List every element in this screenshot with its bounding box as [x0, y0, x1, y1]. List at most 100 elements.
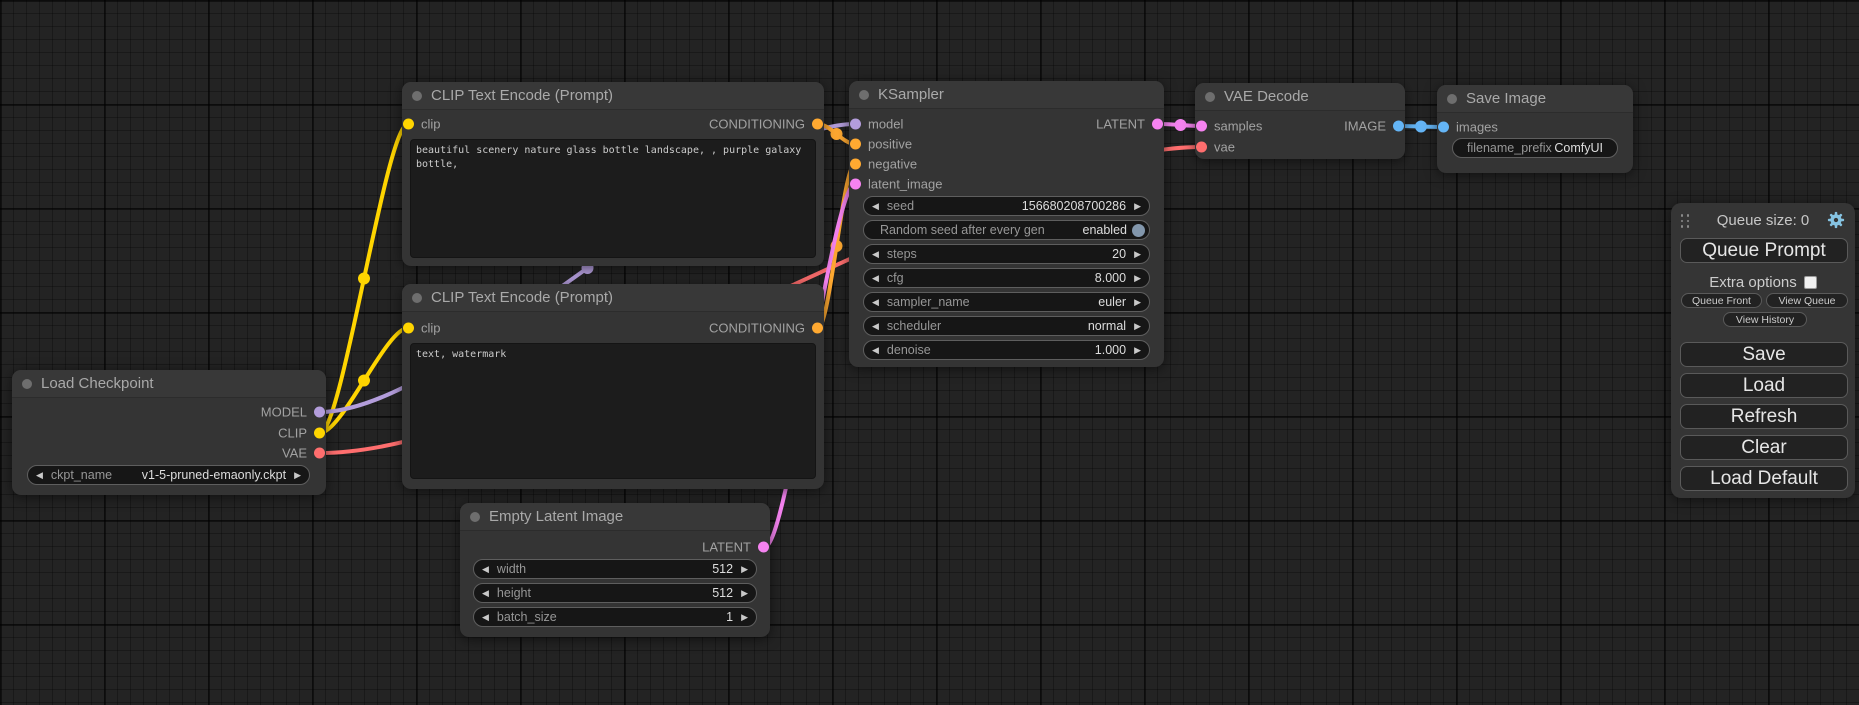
widget-value: 1: [726, 610, 733, 624]
node-title: Save Image: [1466, 90, 1546, 107]
load-default-button[interactable]: Load Default: [1680, 466, 1848, 491]
model-output-port[interactable]: [314, 407, 325, 418]
negative-input-port[interactable]: [850, 159, 861, 170]
widget-scheduler[interactable]: scheduler normal: [863, 316, 1150, 336]
conditioning-output-port[interactable]: [812, 323, 823, 334]
output-label: MODEL: [261, 405, 307, 420]
node-save-image[interactable]: Save Image images filename_prefix ComfyU…: [1437, 85, 1633, 173]
widget-filename-prefix[interactable]: filename_prefix ComfyUI: [1452, 138, 1618, 158]
clip-input-port[interactable]: [403, 323, 414, 334]
view-queue-button[interactable]: View Queue: [1766, 293, 1848, 308]
node-header[interactable]: KSampler: [849, 81, 1164, 109]
node-header[interactable]: CLIP Text Encode (Prompt): [402, 82, 824, 110]
image-output-port[interactable]: [1393, 121, 1404, 132]
widget-width[interactable]: width 512: [473, 559, 757, 579]
widget-random-seed-toggle[interactable]: Random seed after every gen enabled: [863, 220, 1150, 240]
node-status-dot-icon: [412, 293, 422, 303]
conditioning-output-port[interactable]: [812, 119, 823, 130]
extra-options-checkbox[interactable]: [1804, 276, 1817, 289]
load-button[interactable]: Load: [1680, 373, 1848, 398]
widget-label: cfg: [887, 271, 904, 285]
latent-output-port[interactable]: [1152, 119, 1163, 130]
widget-label: scheduler: [887, 319, 941, 333]
node-header[interactable]: Empty Latent Image: [460, 503, 770, 531]
widget-denoise[interactable]: denoise 1.000: [863, 340, 1150, 360]
widget-value: 512: [712, 562, 733, 576]
widget-ckpt-name[interactable]: ckpt_name v1-5-pruned-emaonly.ckpt: [27, 465, 310, 485]
widget-height[interactable]: height 512: [473, 583, 757, 603]
node-vae-decode[interactable]: VAE Decode samples vae IMAGE: [1195, 83, 1405, 159]
decrement-arrow-icon[interactable]: [864, 250, 887, 259]
settings-gear-icon[interactable]: [1827, 211, 1845, 229]
output-slot-model: MODEL: [261, 405, 325, 420]
negative-prompt-textarea[interactable]: text, watermark: [410, 343, 816, 479]
clip-input-port[interactable]: [403, 119, 414, 130]
increment-arrow-icon[interactable]: [1126, 322, 1149, 331]
decrement-arrow-icon[interactable]: [28, 471, 51, 480]
latent-output-port[interactable]: [758, 542, 769, 553]
increment-arrow-icon[interactable]: [1126, 274, 1149, 283]
latent-image-input-port[interactable]: [850, 179, 861, 190]
vae-output-port[interactable]: [314, 448, 325, 459]
widget-label: batch_size: [497, 610, 557, 624]
input-slot-clip: clip: [403, 117, 441, 132]
samples-input-port[interactable]: [1196, 121, 1207, 132]
node-clip-text-encode-negative[interactable]: CLIP Text Encode (Prompt) clip CONDITION…: [402, 284, 824, 489]
node-header[interactable]: Load Checkpoint: [12, 370, 326, 398]
widget-label: height: [497, 586, 531, 600]
output-slot-latent: LATENT: [1096, 117, 1163, 132]
node-header[interactable]: CLIP Text Encode (Prompt): [402, 284, 824, 312]
input-slot-negative: negative: [850, 157, 917, 172]
input-slot-images: images: [1438, 120, 1498, 135]
input-label: clip: [421, 321, 441, 336]
decrement-arrow-icon[interactable]: [474, 613, 497, 622]
queue-prompt-button[interactable]: Queue Prompt: [1680, 238, 1848, 263]
decrement-arrow-icon[interactable]: [864, 346, 887, 355]
positive-prompt-textarea[interactable]: beautiful scenery nature glass bottle la…: [410, 139, 816, 258]
extra-options-row: Extra options: [1671, 274, 1855, 291]
decrement-arrow-icon[interactable]: [864, 322, 887, 331]
increment-arrow-icon[interactable]: [1126, 250, 1149, 259]
node-header[interactable]: VAE Decode: [1195, 83, 1405, 111]
decrement-arrow-icon[interactable]: [474, 589, 497, 598]
clip-output-port[interactable]: [314, 428, 325, 439]
save-button[interactable]: Save: [1680, 342, 1848, 367]
widget-cfg[interactable]: cfg 8.000: [863, 268, 1150, 288]
view-history-button[interactable]: View History: [1723, 312, 1807, 327]
node-ksampler[interactable]: KSampler model positive negative latent_…: [849, 81, 1164, 367]
increment-arrow-icon[interactable]: [1126, 298, 1149, 307]
widget-seed[interactable]: seed 156680208700286: [863, 196, 1150, 216]
node-clip-text-encode-positive[interactable]: CLIP Text Encode (Prompt) clip CONDITION…: [402, 82, 824, 266]
output-slot-conditioning: CONDITIONING: [709, 321, 823, 336]
increment-arrow-icon[interactable]: [733, 565, 756, 574]
widget-label: Random seed after every gen: [864, 223, 1045, 237]
increment-arrow-icon[interactable]: [733, 589, 756, 598]
increment-arrow-icon[interactable]: [286, 471, 309, 480]
increment-arrow-icon[interactable]: [1126, 202, 1149, 211]
extra-options-label: Extra options: [1709, 274, 1797, 291]
decrement-arrow-icon[interactable]: [864, 202, 887, 211]
toggle-enabled-icon[interactable]: [1132, 224, 1145, 237]
widget-steps[interactable]: steps 20: [863, 244, 1150, 264]
increment-arrow-icon[interactable]: [1126, 346, 1149, 355]
widget-batch-size[interactable]: batch_size 1: [473, 607, 757, 627]
input-slot-clip: clip: [403, 321, 441, 336]
decrement-arrow-icon[interactable]: [864, 298, 887, 307]
widget-value: normal: [1088, 319, 1126, 333]
queue-front-button[interactable]: Queue Front: [1681, 293, 1762, 308]
widget-sampler-name[interactable]: sampler_name euler: [863, 292, 1150, 312]
output-label: LATENT: [1096, 117, 1145, 132]
decrement-arrow-icon[interactable]: [864, 274, 887, 283]
positive-input-port[interactable]: [850, 139, 861, 150]
vae-input-port[interactable]: [1196, 142, 1207, 153]
node-empty-latent-image[interactable]: Empty Latent Image LATENT width 512 heig…: [460, 503, 770, 637]
node-title: Empty Latent Image: [489, 508, 623, 525]
clear-button[interactable]: Clear: [1680, 435, 1848, 460]
images-input-port[interactable]: [1438, 122, 1449, 133]
increment-arrow-icon[interactable]: [733, 613, 756, 622]
node-load-checkpoint[interactable]: Load Checkpoint MODEL CLIP VAE ckpt_name…: [12, 370, 326, 495]
refresh-button[interactable]: Refresh: [1680, 404, 1848, 429]
decrement-arrow-icon[interactable]: [474, 565, 497, 574]
model-input-port[interactable]: [850, 119, 861, 130]
node-header[interactable]: Save Image: [1437, 85, 1633, 113]
